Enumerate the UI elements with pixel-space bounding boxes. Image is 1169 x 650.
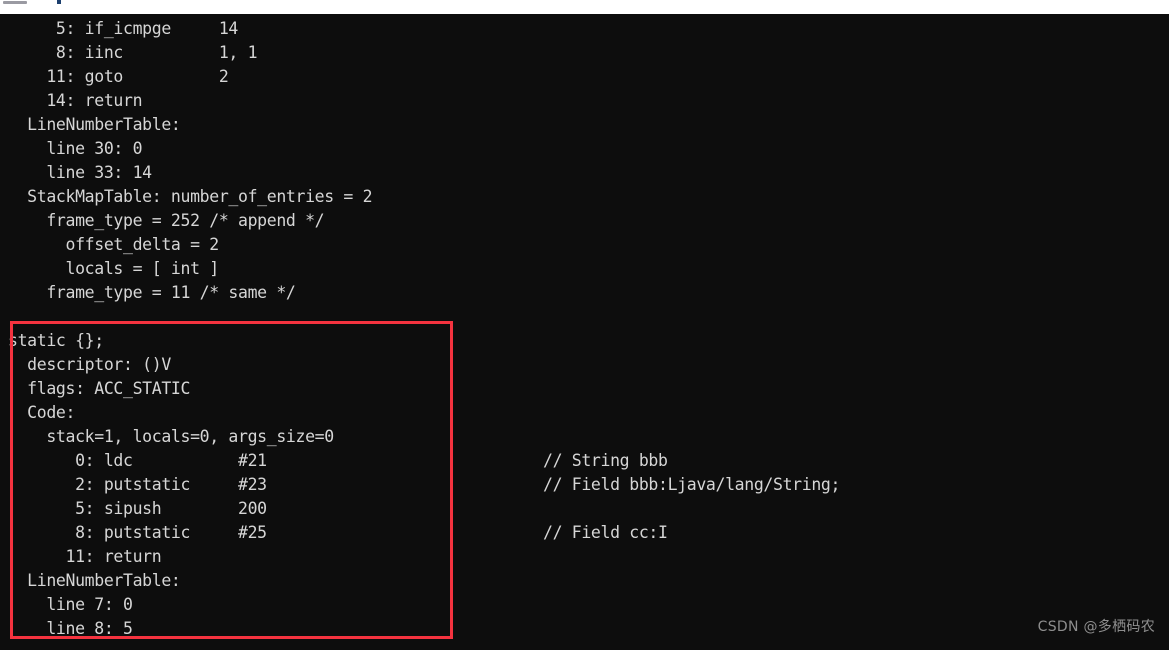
terminal-output-pane[interactable]: 5: if_icmpge 14 8: iinc 1, 1 11: goto 2 …: [0, 14, 1169, 650]
comment-line: // Field bbb:Ljava/lang/String;: [543, 475, 841, 494]
comment-line: // Field cc:I: [543, 523, 668, 542]
comment-line: [543, 329, 1143, 353]
comment-line: [543, 281, 1143, 305]
comment-line: [543, 305, 1143, 329]
javap-comment-column: // String bbb // Field bbb:Ljava/lang/Str…: [543, 17, 1143, 641]
comment-line: [543, 425, 1143, 449]
comment-line: [543, 41, 1143, 65]
comment-line: [543, 185, 1143, 209]
comment-line: [543, 161, 1143, 185]
comment-line: [543, 113, 1143, 137]
comment-line: [543, 137, 1143, 161]
comment-line: [543, 353, 1143, 377]
comment-line: [543, 593, 1143, 617]
comment-line: [543, 569, 1143, 593]
accent-mark-icon: [57, 0, 61, 4]
comment-line: [543, 257, 1143, 281]
comment-line: [543, 377, 1143, 401]
comment-line: [543, 17, 1143, 41]
comment-line: [543, 209, 1143, 233]
comment-line: [543, 233, 1143, 257]
csdn-watermark: CSDN @多栖码农: [1037, 619, 1155, 635]
comment-line: [543, 545, 1143, 569]
comment-line: // String bbb: [543, 451, 668, 470]
comment-line: [543, 89, 1143, 113]
comment-line: [543, 401, 1143, 425]
comment-line: [543, 497, 1143, 521]
app-top-strip: [0, 0, 1169, 14]
comment-line: [543, 65, 1143, 89]
menu-bar-icon[interactable]: [3, 1, 27, 4]
